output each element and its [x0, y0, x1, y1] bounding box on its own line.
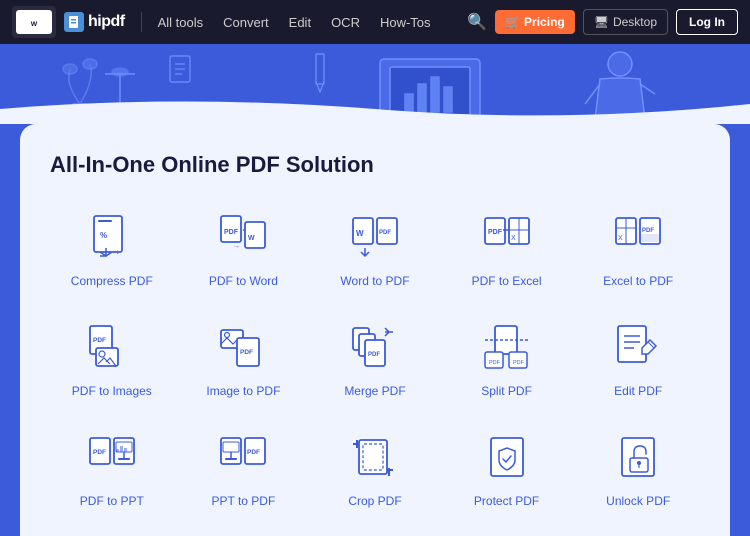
edit-pdf-icon	[610, 320, 666, 376]
split-pdf-icon: PDF PDF	[479, 320, 535, 376]
svg-text:W: W	[248, 235, 255, 242]
login-label: Log In	[689, 15, 725, 29]
ppt-to-pdf-label: PPT to PDF	[211, 494, 275, 508]
svg-text:PDF: PDF	[247, 449, 260, 456]
tools-grid: % ↓ Compress PDF PDF W → PDF	[50, 202, 700, 516]
desktop-button[interactable]: 🖥 Desktop	[583, 9, 668, 35]
pdf-to-images-icon: PDF	[84, 320, 140, 376]
tool-word-to-pdf[interactable]: W PDF Word to PDF	[313, 202, 437, 296]
tool-merge-pdf[interactable]: PDF Merge PDF	[313, 312, 437, 406]
svg-text:PDF: PDF	[513, 360, 525, 366]
unlock-pdf-icon	[610, 430, 666, 486]
nav-right: 🔍 🛒 Pricing 🖥 Desktop Log In	[467, 9, 738, 35]
svg-text:PDF: PDF	[368, 352, 380, 358]
protect-pdf-label: Protect PDF	[474, 494, 539, 508]
image-to-pdf-label: Image to PDF	[206, 384, 280, 398]
tool-split-pdf[interactable]: PDF PDF Split PDF	[445, 312, 569, 406]
word-to-pdf-label: Word to PDF	[340, 274, 409, 288]
hipdf-icon	[64, 12, 84, 32]
nav-ocr[interactable]: OCR	[331, 15, 360, 30]
nav-all-tools[interactable]: All tools	[158, 15, 204, 30]
brand-text: hipdf	[88, 13, 125, 31]
search-icon[interactable]: 🔍	[467, 12, 487, 32]
hero-section	[0, 44, 750, 124]
pdf-to-excel-label: PDF to Excel	[472, 274, 542, 288]
tool-image-to-pdf[interactable]: PDF Image to PDF	[182, 312, 306, 406]
navbar: w hipdf All tools Convert Edit OCR How-T…	[0, 0, 750, 44]
svg-text:→: →	[233, 243, 240, 250]
svg-text:W: W	[356, 229, 364, 238]
nav-items: All tools Convert Edit OCR How-Tos	[158, 15, 460, 30]
pricing-button[interactable]: 🛒 Pricing	[495, 10, 575, 34]
nav-divider	[141, 12, 142, 32]
tool-pdf-to-images[interactable]: PDF PDF to Images	[50, 312, 174, 406]
pdf-to-word-label: PDF to Word	[209, 274, 278, 288]
svg-text:X: X	[511, 235, 516, 242]
crop-pdf-icon	[347, 430, 403, 486]
unlock-pdf-label: Unlock PDF	[606, 494, 670, 508]
page-title: All-In-One Online PDF Solution	[50, 152, 700, 178]
desktop-label: Desktop	[613, 15, 657, 29]
pdf-to-images-label: PDF to Images	[72, 384, 152, 398]
excel-to-pdf-icon: X PDF	[610, 210, 666, 266]
hipdf-brand[interactable]: hipdf	[64, 12, 125, 32]
svg-text:PDF: PDF	[224, 229, 239, 236]
tool-excel-to-pdf[interactable]: X PDF Excel to PDF	[576, 202, 700, 296]
pdf-to-excel-icon: PDF X	[479, 210, 535, 266]
pdf-to-ppt-icon: PDF	[84, 430, 140, 486]
excel-to-pdf-label: Excel to PDF	[603, 274, 673, 288]
split-pdf-label: Split PDF	[481, 384, 532, 398]
nav-edit[interactable]: Edit	[289, 15, 311, 30]
pricing-cart-icon: 🛒	[505, 15, 520, 29]
svg-text:X: X	[618, 235, 623, 242]
main-content: All-In-One Online PDF Solution % ↓ Compr…	[20, 124, 730, 536]
ppt-to-pdf-icon: PDF	[215, 430, 271, 486]
word-to-pdf-icon: W PDF	[347, 210, 403, 266]
pdf-to-ppt-label: PDF to PPT	[80, 494, 144, 508]
svg-text:PDF: PDF	[93, 337, 106, 344]
svg-text:PDF: PDF	[488, 229, 503, 236]
svg-text:PDF: PDF	[93, 449, 106, 456]
nav-howtos[interactable]: How-Tos	[380, 15, 431, 30]
compress-pdf-icon: % ↓	[84, 210, 140, 266]
protect-pdf-icon	[479, 430, 535, 486]
svg-text:PDF: PDF	[379, 230, 391, 236]
pdf-to-word-icon: PDF W →	[215, 210, 271, 266]
tool-pdf-to-word[interactable]: PDF W → PDF to Word	[182, 202, 306, 296]
crop-pdf-label: Crop PDF	[348, 494, 401, 508]
edit-pdf-label: Edit PDF	[614, 384, 662, 398]
svg-text:PDF: PDF	[240, 349, 253, 356]
svg-text:↓: ↓	[116, 249, 120, 256]
tool-pdf-to-excel[interactable]: PDF X PDF to Excel	[445, 202, 569, 296]
wondershare-logo[interactable]: w	[12, 6, 56, 38]
tool-compress-pdf[interactable]: % ↓ Compress PDF	[50, 202, 174, 296]
merge-pdf-icon: PDF	[347, 320, 403, 376]
login-button[interactable]: Log In	[676, 9, 738, 35]
svg-text:PDF: PDF	[489, 360, 501, 366]
nav-convert[interactable]: Convert	[223, 15, 269, 30]
image-to-pdf-icon: PDF	[215, 320, 271, 376]
svg-text:PDF: PDF	[642, 228, 654, 234]
tool-edit-pdf[interactable]: Edit PDF	[576, 312, 700, 406]
svg-text:%: %	[100, 231, 107, 240]
svg-text:w: w	[30, 19, 38, 28]
pricing-label: Pricing	[524, 15, 565, 29]
desktop-icon: 🖥	[594, 15, 609, 29]
merge-pdf-label: Merge PDF	[344, 384, 405, 398]
compress-pdf-label: Compress PDF	[71, 274, 153, 288]
